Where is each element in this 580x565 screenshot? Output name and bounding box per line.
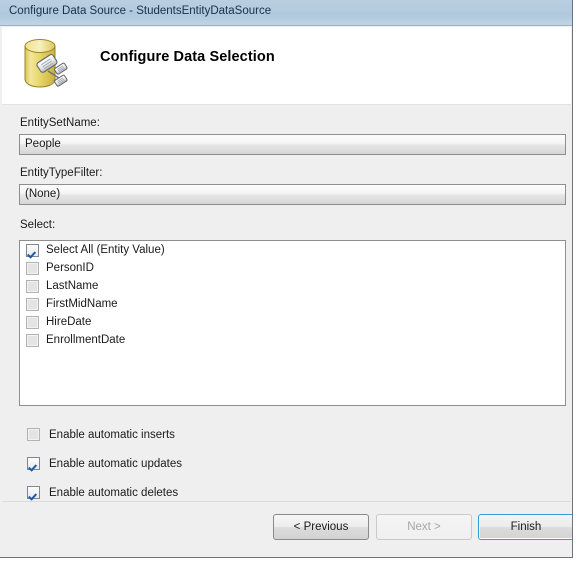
previous-button[interactable]: < Previous	[273, 514, 369, 540]
next-button: Next >	[376, 514, 472, 540]
checkbox-icon[interactable]	[27, 457, 40, 470]
entity-type-filter-value: (None)	[25, 188, 61, 200]
entity-type-filter-label: EntityTypeFilter:	[20, 167, 103, 179]
finish-button[interactable]: Finish	[478, 514, 572, 540]
page-title: Configure Data Selection	[100, 49, 275, 65]
checkbox-icon[interactable]	[27, 428, 40, 441]
enable-automatic-inserts-label: Enable automatic inserts	[49, 428, 175, 441]
enable-automatic-updates-label: Enable automatic updates	[49, 457, 182, 470]
enable-automatic-deletes-label: Enable automatic deletes	[49, 486, 179, 499]
list-item-label: LastName	[46, 280, 99, 292]
enable-automatic-updates-checkbox[interactable]: Enable automatic updates	[27, 457, 182, 470]
window-title: Configure Data Source - StudentsEntityDa…	[9, 5, 272, 17]
list-item[interactable]: PersonID	[20, 259, 565, 277]
configure-data-source-dialog: Configure Data Source - StudentsEntityDa…	[0, 0, 573, 558]
list-item[interactable]: FirstMidName	[20, 295, 565, 313]
entity-set-name-combobox[interactable]: People	[19, 134, 566, 155]
list-item-label: Select All (Entity Value)	[46, 244, 165, 256]
list-item-label: FirstMidName	[46, 298, 118, 310]
list-item[interactable]: EnrollmentDate	[20, 331, 565, 349]
checkbox-icon[interactable]	[26, 297, 39, 311]
list-item-label: PersonID	[46, 262, 94, 274]
entity-type-filter-combobox[interactable]: (None)	[19, 184, 566, 205]
list-item[interactable]: Select All (Entity Value)	[20, 241, 565, 259]
enable-automatic-deletes-checkbox[interactable]: Enable automatic deletes	[27, 486, 178, 499]
checkbox-icon[interactable]	[26, 243, 39, 257]
dialog-header: Configure Data Selection	[2, 27, 571, 105]
select-columns-listbox[interactable]: Select All (Entity Value) PersonID LastN…	[19, 240, 566, 406]
list-item-label: HireDate	[46, 316, 92, 328]
checkbox-icon[interactable]	[26, 315, 39, 329]
entity-set-name-label: EntitySetName:	[20, 117, 100, 129]
dialog-button-bar: < Previous Next > Finish	[2, 501, 572, 556]
entity-data-source-icon	[18, 33, 76, 95]
list-item-label: EnrollmentDate	[46, 334, 126, 346]
checkbox-icon[interactable]	[26, 261, 39, 275]
list-item[interactable]: HireDate	[20, 313, 565, 331]
dialog-body: EntitySetName: People EntityTypeFilter: …	[2, 106, 571, 501]
select-label: Select:	[20, 219, 56, 231]
entity-set-name-value: People	[25, 138, 61, 150]
checkbox-icon[interactable]	[26, 279, 39, 293]
checkbox-icon[interactable]	[27, 486, 40, 499]
checkbox-icon[interactable]	[26, 333, 39, 347]
title-bar: Configure Data Source - StudentsEntityDa…	[0, 0, 572, 26]
list-item[interactable]: LastName	[20, 277, 565, 295]
enable-automatic-inserts-checkbox[interactable]: Enable automatic inserts	[27, 428, 175, 441]
